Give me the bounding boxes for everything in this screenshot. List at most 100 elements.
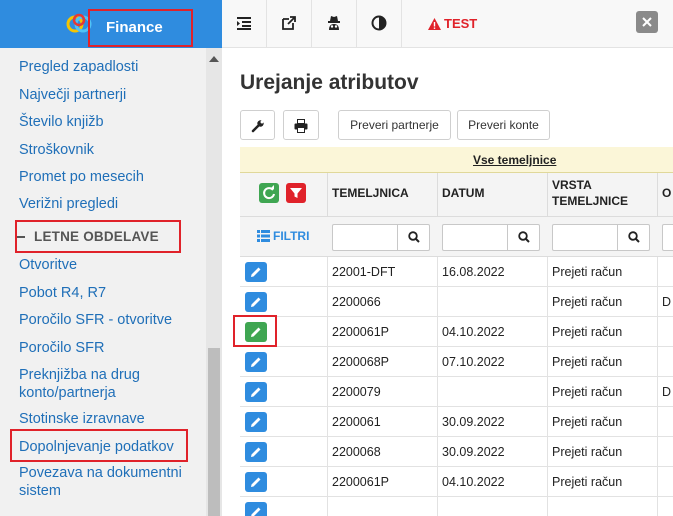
- sidebar-item-stevilo-knjizb[interactable]: Število knjižb: [19, 113, 104, 131]
- col-header-datum[interactable]: DATUM: [437, 173, 547, 217]
- settings-button[interactable]: [240, 110, 275, 140]
- cell-extra: D: [657, 287, 673, 317]
- col-header-extra[interactable]: O: [657, 173, 673, 217]
- sidebar-item-stroskovnik[interactable]: Stroškovnik: [19, 141, 94, 159]
- cell-extra: [657, 317, 673, 347]
- edit-row-button[interactable]: [245, 352, 267, 372]
- pencil-icon: [251, 447, 261, 457]
- edit-row-button[interactable]: [245, 412, 267, 432]
- refresh-icon: [263, 185, 275, 200]
- cell-extra: [657, 257, 673, 287]
- brand-bar[interactable]: Finance: [0, 0, 222, 48]
- highlight-edit-box: [233, 315, 277, 347]
- filter-vrsta-input[interactable]: [552, 224, 650, 251]
- filter-search-button[interactable]: [397, 225, 429, 250]
- cell-temeljnica: 2200066: [327, 287, 437, 317]
- sidebar-item-porocilo-sfr-otvoritve[interactable]: Poročilo SFR - otvoritve: [19, 311, 172, 329]
- sidebar-scroll-thumb[interactable]: [208, 348, 220, 516]
- brand-title[interactable]: Finance: [88, 9, 193, 47]
- table-row[interactable]: 2200061P 04.10.2022 Prejeti račun: [240, 467, 673, 497]
- cell-temeljnica: [327, 497, 437, 516]
- cell-datum: [437, 377, 547, 407]
- cell-datum: 16.08.2022: [437, 257, 547, 287]
- table-row[interactable]: [240, 497, 673, 516]
- edit-row-button[interactable]: [245, 262, 267, 282]
- cell-extra: [657, 407, 673, 437]
- pencil-icon: [251, 477, 261, 487]
- cell-temeljnica: 2200061: [327, 407, 437, 437]
- open-external-button[interactable]: [267, 0, 312, 47]
- user-secret-icon: [328, 16, 340, 30]
- filter-icon: [290, 188, 302, 198]
- grid-caption: Vse temeljnice: [240, 147, 673, 173]
- edit-row-button[interactable]: [245, 382, 267, 402]
- clear-filter-button[interactable]: [286, 183, 306, 203]
- cell-extra: [657, 467, 673, 497]
- wrench-icon: [251, 120, 264, 133]
- filter-extra-input[interactable]: [662, 224, 673, 251]
- edit-row-button[interactable]: [245, 292, 267, 312]
- sidebar-item-verizni-pregledi[interactable]: Verižni pregledi: [19, 195, 118, 213]
- preveri-partnerje-button[interactable]: Preveri partnerje: [338, 110, 451, 140]
- user-button[interactable]: [312, 0, 357, 47]
- print-button[interactable]: [283, 110, 319, 140]
- table-row[interactable]: 2200068P 07.10.2022 Prejeti račun: [240, 347, 673, 377]
- table-row[interactable]: 2200079 Prejeti račun D: [240, 377, 673, 407]
- cell-vrsta: [547, 497, 657, 516]
- cell-datum: [437, 497, 547, 516]
- cell-datum: [437, 287, 547, 317]
- filtri-button[interactable]: FILTRI: [257, 229, 309, 243]
- pencil-icon: [251, 507, 261, 516]
- table-row[interactable]: 2200061 30.09.2022 Prejeti račun: [240, 407, 673, 437]
- sidebar: Finance Pregled zapadlosti Največji part…: [0, 0, 222, 516]
- col-header-vrsta-temeljnice[interactable]: VRSTA TEMELJNICE: [547, 173, 657, 217]
- edit-row-button[interactable]: [245, 442, 267, 462]
- sidebar-item-pregled-zapadlosti[interactable]: Pregled zapadlosti: [19, 58, 138, 76]
- filtri-label: FILTRI: [273, 229, 310, 243]
- sidebar-item-porocilo-sfr[interactable]: Poročilo SFR: [19, 339, 104, 357]
- vse-temeljnice-link[interactable]: Vse temeljnice: [473, 153, 556, 167]
- indent-list-icon: [237, 17, 251, 30]
- filter-search-button[interactable]: [617, 225, 649, 250]
- close-icon: [642, 17, 652, 27]
- sidebar-item-otvoritve[interactable]: Otvoritve: [19, 256, 77, 274]
- menu-toggle-button[interactable]: [222, 0, 267, 47]
- sidebar-item-najvecji-partnerji[interactable]: Največji partnerji: [19, 86, 126, 104]
- col-header-temeljnica[interactable]: TEMELJNICA: [327, 173, 437, 217]
- contrast-button[interactable]: [357, 0, 402, 47]
- sidebar-item-preknjizba[interactable]: Preknjižba na drug konto/partnerja: [19, 366, 199, 402]
- scroll-up-arrow-icon[interactable]: [209, 56, 219, 62]
- highlight-item-box: [10, 429, 188, 462]
- cell-vrsta: Prejeti račun: [547, 407, 657, 437]
- cell-extra: [657, 497, 673, 516]
- cell-temeljnica: 2200061P: [327, 467, 437, 497]
- filter-temeljnica-input[interactable]: [332, 224, 430, 251]
- table-row[interactable]: 2200061P 04.10.2022 Prejeti račun: [240, 317, 673, 347]
- table-row[interactable]: 22001-DFT 16.08.2022 Prejeti račun: [240, 257, 673, 287]
- test-label: TEST: [444, 16, 478, 31]
- cell-extra: D: [657, 377, 673, 407]
- edit-row-button[interactable]: [245, 502, 267, 516]
- filter-datum-input[interactable]: [442, 224, 540, 251]
- cell-datum: 04.10.2022: [437, 317, 547, 347]
- sidebar-item-stotinske-izravnave[interactable]: Stotinske izravnave: [19, 410, 145, 428]
- app-root: Finance Pregled zapadlosti Največji part…: [0, 0, 673, 516]
- sidebar-item-pobot[interactable]: Pobot R4, R7: [19, 284, 106, 302]
- sidebar-item-promet-po-mesecih[interactable]: Promet po mesecih: [19, 168, 144, 186]
- sidebar-item-povezava-dokumentni[interactable]: Povezava na dokumentni sistem: [19, 464, 199, 500]
- table-row[interactable]: 2200068 30.09.2022 Prejeti račun: [240, 437, 673, 467]
- pencil-icon: [251, 417, 261, 427]
- pencil-icon: [251, 387, 261, 397]
- preveri-konte-button[interactable]: Preveri konte: [457, 110, 550, 140]
- edit-row-button[interactable]: [245, 472, 267, 492]
- cell-datum: 04.10.2022: [437, 467, 547, 497]
- close-button[interactable]: [636, 11, 658, 33]
- table-row[interactable]: 2200066 Prejeti račun D: [240, 287, 673, 317]
- highlight-section-box: [15, 220, 181, 253]
- cell-temeljnica: 22001-DFT: [327, 257, 437, 287]
- filter-search-button[interactable]: [507, 225, 539, 250]
- test-environment-badge[interactable]: TEST: [428, 0, 477, 47]
- temeljnice-grid: Vse temeljnice TEMELJNICA DATUM VRSTA TE…: [240, 147, 673, 516]
- refresh-button[interactable]: [259, 183, 279, 203]
- grid-header: TEMELJNICA DATUM VRSTA TEMELJNICE O: [240, 173, 673, 217]
